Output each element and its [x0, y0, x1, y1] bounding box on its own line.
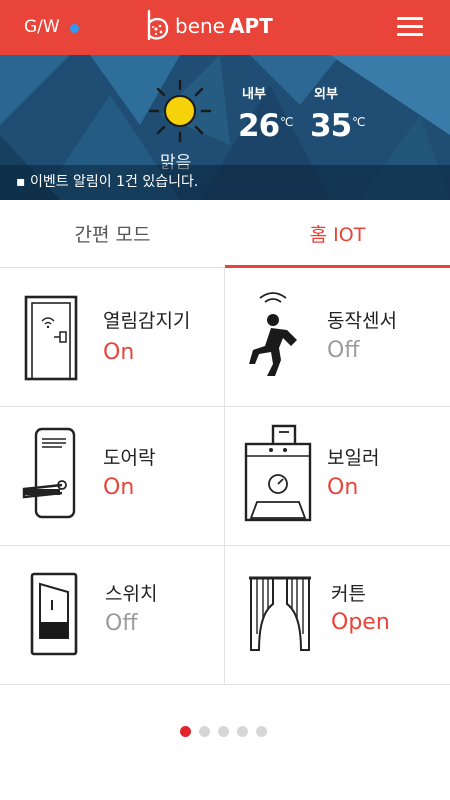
outside-temp-value: 35: [310, 108, 352, 144]
outside-temp-unit: ℃: [352, 115, 366, 129]
gateway-label: G/W: [24, 17, 60, 37]
device-status: On: [103, 340, 135, 365]
logo-text-bene: bene: [175, 14, 225, 38]
logo-text-apt: APT: [228, 14, 273, 38]
inside-temp-label: 내부: [242, 87, 266, 102]
device-name: 보일러: [327, 447, 380, 469]
inside-temp-unit: ℃: [280, 115, 294, 129]
device-name: 스위치: [105, 583, 158, 605]
device-grid: 열림감지기 On 동작센서 Off 도어락 On 보일러 On 스위치 Off …: [0, 268, 450, 685]
sunny-weather-icon: [148, 79, 212, 143]
device-status: On: [327, 475, 359, 500]
mode-tabs: 간편 모드 홈 IOT: [0, 200, 450, 268]
device-status: On: [103, 475, 135, 500]
motion-sensor-icon: [249, 292, 297, 376]
device-tile-door-lock[interactable]: 도어락 On: [0, 407, 225, 546]
page-dot-3[interactable]: [218, 726, 229, 737]
device-tile-boiler[interactable]: 보일러 On: [225, 407, 450, 546]
gateway-status[interactable]: G/W: [24, 17, 79, 37]
device-name: 도어락: [103, 447, 156, 469]
device-tile-door-sensor[interactable]: 열림감지기 On: [0, 268, 225, 407]
page-dot-4[interactable]: [237, 726, 248, 737]
tab-easy-mode[interactable]: 간편 모드: [0, 200, 225, 268]
door-lock-icon: [22, 427, 76, 519]
inside-temp-value: 26: [238, 108, 280, 144]
device-name: 동작센서: [327, 310, 397, 332]
device-tile-curtain[interactable]: 커튼 Open: [225, 546, 450, 685]
outside-temp-label: 외부: [314, 87, 338, 102]
device-name: 열림감지기: [103, 310, 191, 332]
switch-icon: [30, 572, 78, 656]
door-sensor-icon: [24, 295, 78, 381]
page-dot-1[interactable]: [180, 726, 191, 737]
page-indicator: [180, 726, 275, 737]
curtain-icon: [249, 576, 311, 651]
page-dot-2[interactable]: [199, 726, 210, 737]
device-tile-motion-sensor[interactable]: 동작센서 Off: [225, 268, 450, 407]
gateway-status-dot-icon: [69, 23, 79, 33]
tab-home-iot[interactable]: 홈 IOT: [225, 200, 450, 268]
device-name: 커튼: [331, 583, 366, 605]
device-status: Off: [327, 338, 360, 363]
device-status: Off: [105, 611, 138, 636]
boiler-icon: [244, 424, 312, 522]
app-header: G/W bene APT: [0, 0, 450, 55]
event-notice-bar[interactable]: ▪ 이벤트 알림이 1건 있습니다.: [0, 165, 450, 200]
hamburger-menu-icon[interactable]: [397, 17, 423, 37]
page-dot-5[interactable]: [256, 726, 267, 737]
device-status: Open: [331, 610, 390, 635]
device-tile-switch[interactable]: 스위치 Off: [0, 546, 225, 685]
bene-logo-icon: [147, 9, 169, 41]
app-logo: bene APT: [143, 9, 273, 43]
